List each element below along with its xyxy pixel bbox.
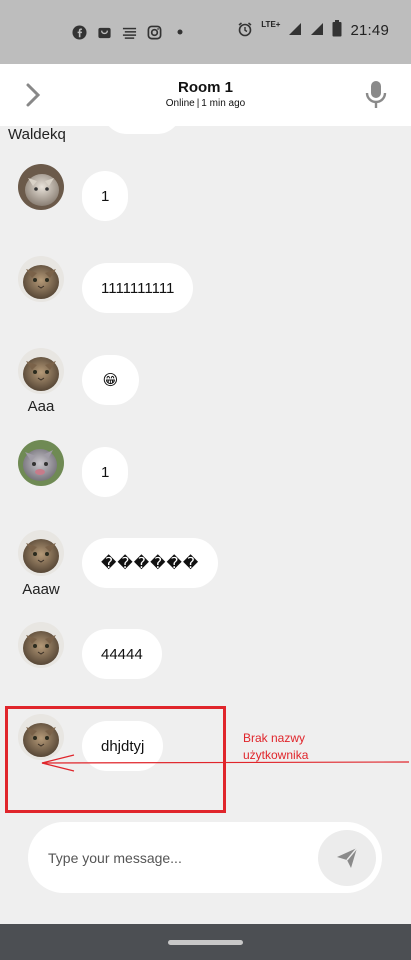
message-composer: [28, 822, 382, 893]
online-status: Online: [165, 98, 195, 109]
message-bubble: 1111111111: [82, 263, 194, 313]
emoji-grin-icon: 😁: [102, 372, 119, 389]
username-label: Aaa: [27, 398, 55, 415]
send-button[interactable]: [318, 830, 376, 886]
message-input[interactable]: [46, 846, 310, 870]
status-separator: |: [196, 98, 200, 109]
status-right: LTE+ 21:49: [237, 20, 389, 41]
message-bubble: ������: [82, 538, 219, 588]
message-text: 44444: [101, 645, 143, 663]
annotation-line-1: Brak nazwy: [243, 731, 306, 745]
microphone-button[interactable]: [361, 78, 391, 112]
annotation-line-2: użytkownika: [243, 748, 309, 762]
notes-icon: [122, 25, 137, 40]
message-text: 1: [101, 187, 110, 205]
message-text: 1: [101, 463, 110, 481]
message-text: 1111111111: [101, 279, 175, 297]
facebook-icon: [72, 24, 87, 40]
dot-icon: [172, 25, 187, 40]
avatar: [18, 348, 64, 394]
room-title: Room 1: [177, 79, 233, 96]
message-bubble: 😁: [82, 355, 139, 405]
username-label: Aaaw: [22, 581, 60, 598]
annotation-note: Brak nazwy użytkownika: [243, 730, 308, 764]
status-bar: LTE+ 21:49: [0, 0, 411, 64]
message-bubble: 44444: [82, 629, 162, 679]
notification-icons: [72, 22, 187, 42]
annotation-arrow: [41, 754, 410, 772]
send-icon: [337, 847, 358, 868]
system-nav-bar: [0, 924, 411, 960]
shopping-bag-icon: [97, 25, 112, 40]
last-seen: 1 min ago: [201, 98, 246, 109]
message-bubble: 1: [82, 171, 129, 221]
username-label: Waldekq: [8, 126, 66, 143]
avatar: [18, 530, 64, 576]
message-bubble: 1: [82, 447, 129, 497]
avatar: [18, 256, 64, 302]
signal-icon: [310, 22, 324, 40]
room-status: Online | 1 min ago: [0, 98, 411, 109]
avatar: [18, 440, 64, 486]
clock: 21:49: [350, 22, 389, 39]
microphone-icon: [365, 81, 387, 108]
chat-header: Room 1 Online | 1 min ago: [0, 64, 411, 126]
message-text: ������: [101, 555, 200, 572]
avatar: [18, 164, 64, 210]
instagram-icon: [147, 25, 162, 40]
avatar: [18, 622, 64, 668]
battery-icon: [332, 20, 342, 41]
network-type: LTE+: [261, 20, 281, 29]
signal-icon: [288, 22, 302, 40]
home-gesture-handle[interactable]: [168, 940, 243, 945]
alarm-icon: [237, 21, 253, 41]
